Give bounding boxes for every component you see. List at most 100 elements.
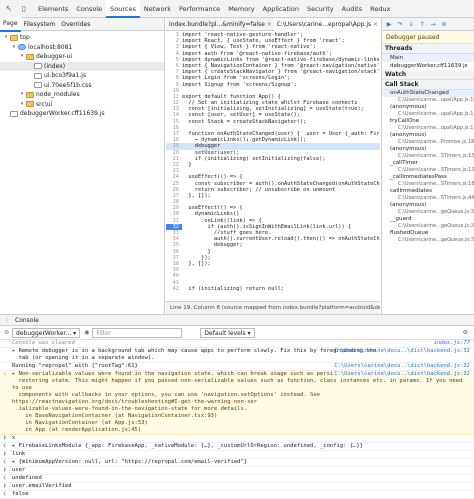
inspect-element-icon[interactable]: ↖: [3, 3, 15, 15]
console-title[interactable]: Console: [15, 317, 39, 324]
tab-performance[interactable]: Performance: [175, 0, 224, 18]
callstack-frame-location[interactable]: C:\Users\carine...STimers.js:441: [382, 195, 474, 202]
thread-item[interactable]: debuggerWorker.cff11639.js: [382, 62, 474, 70]
console-source-link[interactable]: C:\Users\carine\docu..\dist\backend.js:3…: [334, 363, 470, 370]
file-tab[interactable]: index.bundle?pl...&minify=false ×: [166, 18, 274, 31]
nav-subtab-overrides[interactable]: Overrides: [58, 18, 93, 31]
tree-item[interactable]: ▾ src\ui: [0, 100, 164, 110]
tree-item[interactable]: (index): [0, 61, 164, 71]
threads-section-header[interactable]: Threads: [382, 44, 474, 54]
console-message: Console was cleared index.js:77: [0, 340, 474, 348]
callstack-frame[interactable]: _callTimer: [382, 160, 474, 167]
eye-icon[interactable]: ◉: [84, 329, 89, 336]
close-icon[interactable]: ×: [371, 21, 378, 28]
tree-item[interactable]: ▾ debugger-ui: [0, 52, 164, 62]
callstack-frame-location[interactable]: C:\Users\carine...geQueue.js:389: [382, 209, 474, 216]
callstack-frame[interactable]: (anonymous): [382, 104, 474, 111]
tree-item[interactable]: ui.bco3f9a1.js: [0, 71, 164, 81]
drawer-menu-icon[interactable]: ⋮: [4, 317, 10, 324]
line-text: const Stack = createStackNavigator();: [182, 118, 307, 125]
console-message: ❯ link: [0, 451, 474, 459]
file-icon: [34, 63, 42, 70]
callstack-frame[interactable]: (anonymous): [382, 146, 474, 153]
result-icon: ❮: [3, 475, 7, 481]
tab-security[interactable]: Security: [303, 0, 338, 18]
console-message: ⚠ ▸ Non-serializable values were found in…: [0, 371, 474, 435]
callstack-section-header[interactable]: Call Stack: [382, 80, 474, 90]
callstack-frame-location[interactable]: C:\Users\carine...STimers.js:130: [382, 167, 474, 174]
result-icon: ❮: [3, 459, 7, 465]
tab-elements[interactable]: Elements: [34, 0, 72, 18]
tree-item[interactable]: ▾ node_modules: [0, 90, 164, 100]
callstack-frame-location[interactable]: C:\Users\carine...opal\App.js:19: [382, 97, 474, 104]
console-source-link[interactable]: index.js:77: [434, 340, 470, 347]
callstack-frame[interactable]: (anonymous): [382, 202, 474, 209]
console-settings-icon[interactable]: ⚙: [463, 329, 468, 336]
callstack-frame[interactable]: flushedQueue: [382, 230, 474, 237]
callstack-frame[interactable]: __guard: [382, 216, 474, 223]
callstack-frame-location[interactable]: C:\Users\carine...Promise.js:181: [382, 139, 474, 146]
step-into-icon[interactable]: ↓: [407, 20, 415, 28]
line-text: }: [182, 161, 192, 168]
expand-arrow-icon: ▾: [20, 100, 24, 107]
debugger-sidebar: ▶ ↷ ↓ ↑ → ⊘ Debugger paused Threads Main…: [381, 18, 474, 314]
tab-memory[interactable]: Memory: [224, 0, 258, 18]
close-icon[interactable]: ×: [265, 21, 272, 28]
resume-icon[interactable]: ▶: [385, 20, 393, 28]
console-toolbar: ⊘ debuggerWorker... ▾ ◉ Filter Default l…: [0, 326, 474, 340]
console-output[interactable]: Console was cleared index.js:77 ▸ Remote d…: [0, 340, 474, 499]
callstack-frame-location[interactable]: C:\Users\carine...STimers.js:181: [382, 181, 474, 188]
tree-item[interactable]: debuggerWorker.cff11639.js: [0, 109, 164, 119]
thread-item[interactable]: Main: [382, 54, 474, 62]
console-filter-input[interactable]: Filter: [92, 327, 183, 338]
tab-redux[interactable]: Redux: [366, 0, 394, 18]
nav-subtab-filesystem[interactable]: Filesystem: [21, 18, 59, 31]
tab-console[interactable]: Console: [72, 0, 106, 18]
callstack-frame-location[interactable]: C:\Users\carine...STimers.js:130: [382, 153, 474, 160]
callstack-frame-location[interactable]: C:\Users\carine...opal\App.js:1: [382, 111, 474, 118]
tree-item[interactable]: ▾ localhost:8081: [0, 43, 164, 53]
tab-network[interactable]: Network: [140, 0, 175, 18]
tree-item-label: (index): [44, 62, 66, 70]
callstack-frame[interactable]: (anonymous): [382, 132, 474, 139]
tree-item[interactable]: ui.70ee5f1b.css: [0, 81, 164, 91]
expand-arrow-icon: ▾: [4, 34, 8, 40]
step-over-icon[interactable]: ↷: [396, 20, 404, 28]
expand-arrow-icon: ▾: [12, 43, 16, 50]
callstack-frame-location[interactable]: C:\Users\carine...opal\App.js:1: [382, 125, 474, 132]
code-view[interactable]: 1 import 'react-native-gesture-handler'; 2…: [166, 32, 380, 299]
console-message: ❯ x: [0, 435, 474, 443]
clear-console-icon[interactable]: ⊘: [4, 329, 9, 336]
callstack-frame-location[interactable]: C:\Users\carine...geQueue.js:389: [382, 223, 474, 230]
callstack-frame[interactable]: _callImmediatesPass: [382, 174, 474, 181]
console-source-link[interactable]: C:\Users\carine\docu..\dist\backend.js:3…: [334, 348, 470, 355]
console-message: ❯ user: [0, 467, 474, 475]
prompt-icon: ❯: [3, 483, 7, 489]
console-message-text: ▸ Non-serializable values were found in …: [12, 371, 463, 433]
step-out-icon[interactable]: ↑: [418, 20, 426, 28]
nav-subtab-page[interactable]: Page: [0, 16, 21, 32]
callstack-frame[interactable]: callImmediates: [382, 188, 474, 195]
console-message-text: ▸ Remote debugger is in a background tab…: [12, 348, 377, 361]
tree-item[interactable]: ▾ top: [0, 33, 164, 43]
tree-item-label: top: [20, 34, 30, 41]
console-source-link[interactable]: C:\Users\carine\docu..\dist\backend.js:3…: [334, 371, 470, 378]
callstack-frame-location[interactable]: C:\Users\carine...geQueue.js:388: [382, 237, 474, 244]
log-levels-dropdown[interactable]: Default levels ▾: [200, 327, 255, 338]
tab-application[interactable]: Application: [259, 0, 303, 18]
tree-item-label: localhost:8081: [28, 43, 73, 51]
context-selector[interactable]: debuggerWorker... ▾: [12, 327, 81, 338]
console-message-text: user.emailVerified: [12, 483, 72, 489]
tree-item-label: debugger-ui: [36, 53, 73, 60]
deactivate-breakpoints-icon[interactable]: ⊘: [440, 20, 448, 28]
callstack-frame[interactable]: onAuthStateChanged: [382, 90, 474, 97]
tab-sources[interactable]: Sources: [106, 0, 140, 18]
file-tab[interactable]: C:\Users\carine...epropal\App.js ×: [273, 17, 380, 31]
console-message: ❯ user.emailVerified: [0, 483, 474, 491]
tab-audits[interactable]: Audits: [338, 0, 366, 18]
watch-section-header[interactable]: Watch: [382, 70, 474, 80]
step-icon[interactable]: →: [429, 20, 437, 28]
device-toolbar-icon[interactable]: ▯: [18, 3, 30, 15]
callstack-frame[interactable]: tryCallOne: [382, 118, 474, 125]
line-number[interactable]: 42: [166, 286, 182, 292]
